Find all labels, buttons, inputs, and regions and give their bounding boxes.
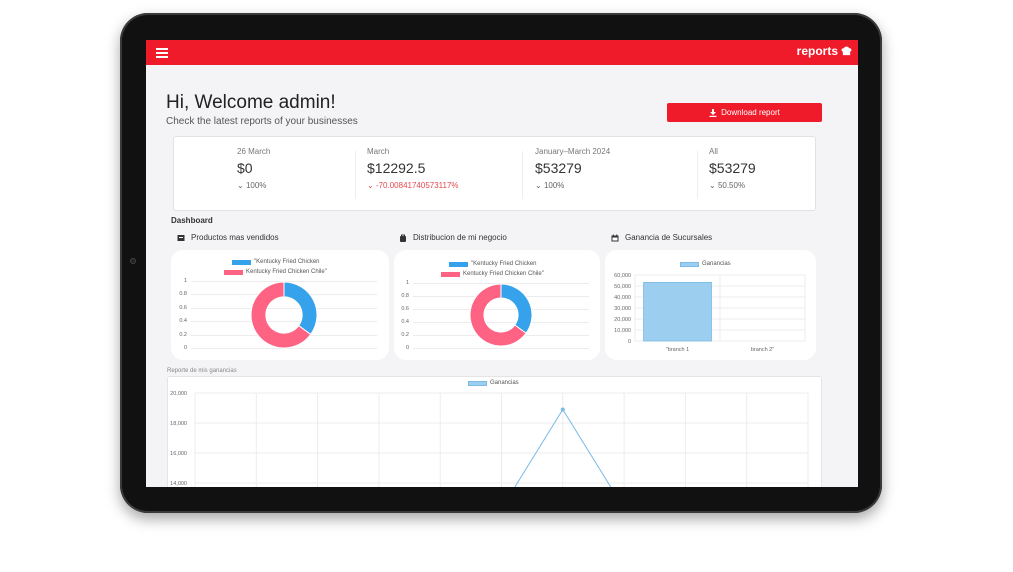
stat-change: ⌄ -70.00841740573117%	[367, 181, 527, 190]
y-tick-label: 14,000	[170, 481, 187, 487]
chart-card-ganancias: Ganancias 20,000 18,000 16,000 14,000	[167, 376, 822, 487]
stat-change-value: 100%	[245, 181, 267, 190]
stat-change-value: -70.00841740573117%	[375, 181, 459, 190]
x-tick-label: "branch 1	[666, 347, 689, 353]
chef-hat-icon	[841, 46, 852, 55]
y-tick-label: 0.2	[179, 332, 187, 338]
section-title: Ganancia de Sucursales	[611, 233, 712, 242]
stat-value: $53279	[535, 160, 582, 176]
brand-name: reports	[796, 44, 838, 58]
chart-card-distribucion: "Kentucky Fried Chicken Kentucky Fried C…	[394, 250, 600, 360]
stat-value: $12292.5	[367, 160, 426, 176]
donut-chart	[250, 281, 318, 349]
stat-card: All $53279 ⌄ 50.50%	[709, 147, 858, 190]
bar[interactable]	[643, 281, 712, 342]
data-point[interactable]	[560, 407, 565, 412]
box-icon	[177, 234, 185, 241]
page-subtitle: Check the latest reports of your busines…	[166, 116, 358, 127]
y-tick-label: 30,000	[614, 306, 631, 312]
grid-line	[413, 348, 589, 349]
chevron-down-icon: ⌄	[237, 181, 244, 190]
y-tick-label: 20,000	[614, 317, 631, 323]
y-tick-label: 60,000	[614, 273, 631, 279]
y-tick-label: 0.4	[401, 319, 409, 325]
y-tick-label: 10,000	[614, 328, 631, 334]
section-title: Productos mas vendidos	[177, 233, 279, 242]
legend-label: "Kentucky Fried Chicken	[471, 261, 537, 267]
section-title-text: Distribucion de mi negocio	[413, 233, 507, 242]
dashboard-title: Dashboard	[171, 216, 213, 225]
stat-label: All	[709, 147, 718, 156]
y-tick-label: 0.6	[401, 306, 409, 312]
section-title: Distribucion de mi negocio	[399, 233, 507, 242]
y-tick-label: 0	[628, 339, 631, 345]
y-tick-label: 0.8	[179, 291, 187, 297]
download-report-button[interactable]: Download report	[667, 103, 822, 122]
legend-label: "Kentucky Fried Chicken	[254, 259, 320, 265]
bag-icon	[400, 234, 406, 242]
stat-change: ⌄ 100%	[535, 181, 695, 190]
legend-swatch	[449, 261, 468, 267]
top-bar: reports	[146, 40, 858, 65]
stat-change: ⌄ 50.50%	[709, 181, 858, 190]
tablet-frame: reports Hi, Welcome admin! Check the lat…	[120, 13, 882, 513]
section-title-text: Productos mas vendidos	[191, 233, 279, 242]
line-chart: 20,000 18,000 16,000 14,000	[170, 391, 809, 487]
camera	[130, 258, 136, 264]
y-tick-label: 18,000	[170, 421, 187, 427]
y-tick-label: 0.4	[179, 318, 187, 324]
line-chart-title: Reporte de mis ganancias	[167, 368, 237, 374]
divider	[522, 151, 523, 199]
legend-label: Kentucky Fried Chicken Chile"	[463, 271, 544, 277]
legend-swatch	[232, 259, 251, 265]
menu-icon[interactable]	[156, 48, 168, 58]
y-tick-label: 20,000	[170, 391, 187, 397]
y-tick-label: 1	[405, 280, 409, 286]
brand[interactable]: reports	[797, 44, 852, 58]
divider	[355, 151, 356, 199]
download-label: Download report	[721, 108, 780, 117]
download-icon	[709, 108, 717, 117]
stat-change-value: 100%	[543, 181, 565, 190]
stat-label: March	[367, 147, 390, 156]
y-tick-label: 40,000	[614, 295, 631, 301]
bar-chart: 60,000 50,000 40,000 30,000 20,000 10,000 0 "br…	[614, 273, 806, 353]
calendar-icon	[611, 234, 619, 241]
stat-label: January–March 2024	[535, 147, 611, 156]
section-title-text: Ganancia de Sucursales	[625, 233, 713, 242]
chart-card-sucursales: Ganancias 60,000 50,000 40,000 30,000 20,000…	[605, 250, 816, 360]
chevron-down-icon: ⌄	[535, 181, 542, 190]
legend-item[interactable]: Kentucky Fried Chicken Chile"	[224, 269, 327, 275]
legend-item[interactable]: "Kentucky Fried Chicken	[232, 259, 320, 265]
stat-change-value: 50.50%	[717, 181, 746, 190]
screen: reports Hi, Welcome admin! Check the lat…	[146, 40, 858, 487]
y-tick-label: 0	[183, 345, 187, 351]
stat-value: $53279	[709, 160, 756, 176]
divider	[697, 151, 698, 199]
donut-chart	[469, 283, 533, 347]
x-tick-label: branch 2"	[751, 347, 774, 353]
chevron-down-icon: ⌄	[709, 181, 716, 190]
legend-swatch	[224, 269, 243, 275]
legend-label: Kentucky Fried Chicken Chile"	[246, 269, 327, 275]
page-title: Hi, Welcome admin!	[166, 92, 336, 113]
chevron-down-icon: ⌄	[367, 181, 374, 190]
y-tick-label: 50,000	[614, 284, 631, 290]
legend-item[interactable]: "Kentucky Fried Chicken	[449, 261, 537, 267]
legend-item[interactable]: Kentucky Fried Chicken Chile"	[441, 271, 544, 277]
y-tick-label: 0	[405, 345, 409, 351]
stat-card: January–March 2024 $53279 ⌄ 100%	[535, 147, 695, 190]
y-tick-label: 0.6	[179, 305, 187, 311]
stats-panel: 26 March $0 ⌄ 100% March $12292.5 ⌄ -70.…	[173, 136, 816, 211]
y-tick-label: 1	[183, 278, 187, 284]
legend-swatch	[441, 271, 460, 277]
y-tick-label: 16,000	[170, 451, 187, 457]
chart-card-productos: "Kentucky Fried Chicken Kentucky Fried C…	[171, 250, 389, 360]
stat-card: March $12292.5 ⌄ -70.00841740573117%	[367, 147, 527, 190]
y-tick-label: 0.2	[401, 332, 409, 338]
y-tick-label: 0.8	[401, 293, 409, 299]
